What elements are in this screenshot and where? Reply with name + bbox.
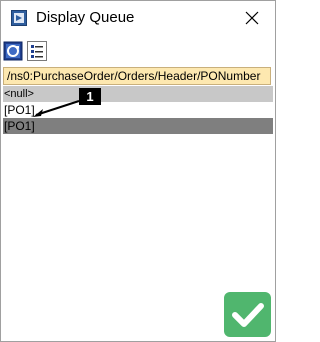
refresh-context-icon (3, 41, 23, 61)
app-icon (11, 10, 27, 26)
details-list-icon (31, 45, 43, 58)
close-button[interactable] (229, 1, 275, 35)
ok-button[interactable] (224, 292, 271, 337)
window-title: Display Queue (36, 9, 135, 26)
close-icon (245, 11, 259, 25)
context-path-bar: /ns0:PurchaseOrder/Orders/Header/PONumbe… (3, 67, 271, 85)
callout-number: 1 (86, 89, 93, 104)
refresh-context-button[interactable] (3, 41, 23, 61)
checkmark-icon (231, 302, 264, 327)
title-bar[interactable]: Display Queue (1, 1, 275, 35)
callout-annotation: 1 (33, 88, 101, 117)
display-queue-window: Display Queue /ns0:PurchaseOrder/Orders/… (0, 0, 276, 342)
details-list-button[interactable] (27, 41, 47, 61)
